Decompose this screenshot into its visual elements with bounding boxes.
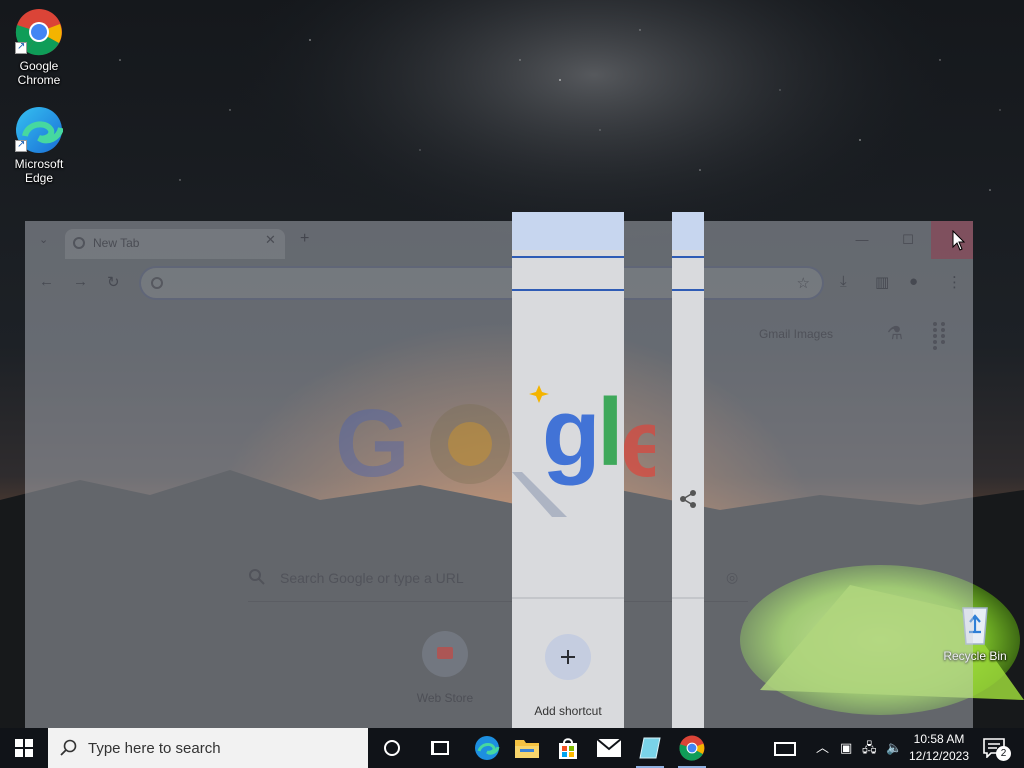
shortcut-arrow-icon	[15, 138, 27, 152]
side-panel-icon[interactable]: ▥	[875, 273, 889, 291]
minimize-button[interactable]: —	[839, 221, 885, 259]
new-tab-button[interactable]: +	[300, 230, 309, 248]
desktop-icon-microsoft-edge[interactable]: Microsoft Edge	[1, 106, 77, 185]
web-store-icon	[422, 631, 468, 677]
ntp-top-links[interactable]: Gmail Images	[759, 327, 833, 341]
desktop-icon-label: Google	[19, 59, 59, 73]
taskbar: Type here to search ︿ ▣ 🖧 🔈 10:58 AM 12/…	[0, 728, 1024, 768]
shortcut-label: Web Store	[416, 691, 474, 705]
clock-time: 10:58 AM	[913, 732, 965, 746]
site-info-icon	[151, 277, 163, 289]
search-icon	[60, 739, 77, 756]
taskbar-edge[interactable]	[467, 728, 507, 768]
svg-text:l: l	[597, 379, 624, 486]
omnibox-border-top	[672, 256, 704, 258]
window-slice	[672, 212, 704, 728]
window-slice: g l Add shortcut	[512, 212, 624, 728]
tab-strip-slice	[672, 212, 704, 250]
cortana-icon	[384, 740, 400, 756]
profile-icon[interactable]: ●	[909, 273, 918, 290]
shortcut-web-store[interactable]: Web Store	[400, 631, 490, 705]
lens-icon[interactable]: ◎	[726, 569, 738, 586]
volume-muted-icon[interactable]: 🔈	[886, 728, 902, 768]
tab-strip-slice	[512, 212, 624, 250]
taskbar-search-placeholder: Type here to search	[88, 740, 221, 757]
cortana-button[interactable]	[372, 728, 412, 768]
desktop-icon-google-chrome[interactable]: Google Chrome	[1, 8, 77, 87]
bookmark-star-icon[interactable]: ☆	[797, 274, 810, 292]
doodle-play-icon	[448, 422, 492, 466]
svg-text:g: g	[542, 379, 601, 486]
search-placeholder: Search Google or type a URL	[280, 570, 464, 586]
mail-icon	[596, 738, 622, 757]
taskbar-clock[interactable]: 10:58 AM 12/12/2023	[904, 731, 974, 765]
share-icon[interactable]	[679, 489, 699, 509]
search-divider-slice	[512, 597, 624, 599]
chrome-window[interactable]: ⌄ New Tab ✕ + — ☐ ← → ↻ ☆ ⤓ ▥ ● ⋮ Gmail …	[25, 221, 973, 728]
doodle-letter: e	[620, 390, 655, 497]
apps-grid-icon[interactable]	[931, 321, 951, 350]
forward-icon[interactable]: →	[73, 273, 88, 290]
tab-strip: ⌄ New Tab ✕ + — ☐	[25, 221, 973, 259]
taskbar-notepad[interactable]	[630, 728, 670, 768]
desktop-icon-label: Microsoft	[14, 157, 64, 171]
menu-icon[interactable]: ⋮	[947, 273, 962, 291]
task-view-button[interactable]	[420, 728, 460, 768]
store-icon	[559, 738, 577, 759]
mouse-cursor-icon	[952, 230, 966, 251]
tab-favicon-icon	[73, 237, 85, 249]
shortcut-arrow-icon	[15, 40, 27, 54]
doodle-letter: G	[335, 390, 410, 497]
windows-logo-icon	[15, 739, 33, 757]
show-hidden-icons-icon[interactable]: ︿	[816, 728, 829, 768]
chrome-icon	[679, 735, 705, 761]
add-icon	[545, 634, 591, 680]
tab-new-tab[interactable]: New Tab	[65, 229, 285, 259]
edge-icon	[475, 736, 500, 760]
action-center-button[interactable]: 2	[980, 728, 1024, 768]
omnibox-border-bottom	[672, 289, 704, 291]
tab-search-icon[interactable]: ⌄	[39, 233, 48, 246]
taskbar-chrome[interactable]	[672, 728, 712, 768]
reload-icon[interactable]: ↻	[107, 273, 120, 291]
google-logo-slice: g l	[512, 379, 624, 517]
start-button[interactable]	[0, 728, 48, 768]
notification-count-badge: 2	[996, 746, 1011, 761]
network-icon[interactable]: 🖧	[862, 728, 877, 768]
address-bar[interactable]: ☆	[139, 266, 824, 300]
toolbar: ← → ↻ ☆ ⤓ ▥ ● ⋮	[25, 259, 973, 305]
taskbar-search-box[interactable]: Type here to search	[48, 728, 368, 768]
taskbar-file-explorer[interactable]	[507, 728, 547, 768]
omnibox-border-bottom	[512, 289, 624, 291]
search-icon	[249, 569, 265, 585]
maximize-button[interactable]: ☐	[885, 221, 931, 259]
task-view-icon	[431, 741, 449, 755]
search-divider-slice	[672, 597, 704, 599]
news-widget-icon[interactable]	[774, 728, 796, 768]
tab-title: New Tab	[93, 236, 140, 250]
omnibox-border-top	[512, 256, 624, 258]
notepad-icon	[639, 737, 661, 759]
labs-icon[interactable]: ⚗	[887, 323, 903, 344]
shortcut-label: Add shortcut	[534, 704, 602, 718]
meet-now-icon[interactable]: ▣	[840, 728, 852, 768]
back-icon[interactable]: ←	[39, 273, 54, 290]
desktop-icon-label: Edge	[24, 171, 54, 185]
taskbar-mail[interactable]	[589, 728, 629, 768]
download-icon[interactable]: ⤓	[840, 273, 847, 290]
tab-close-icon[interactable]: ✕	[265, 232, 276, 248]
file-explorer-icon	[515, 740, 539, 758]
taskbar-store[interactable]	[548, 728, 588, 768]
clock-date: 12/12/2023	[908, 749, 970, 763]
shortcut-add[interactable]: Add shortcut	[512, 634, 624, 718]
desktop-icon-label: Chrome	[17, 73, 61, 87]
